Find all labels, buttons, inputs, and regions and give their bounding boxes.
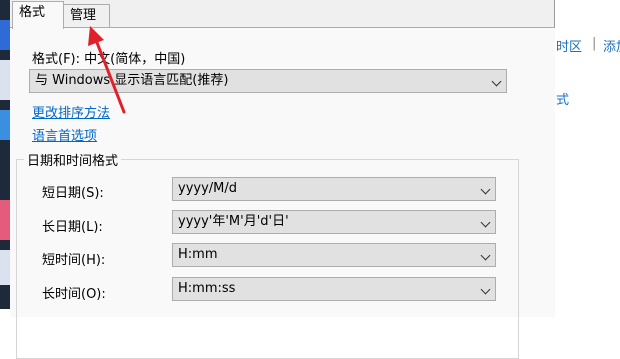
- long-date-select[interactable]: yyyy'年'M'月'd'日': [172, 210, 496, 234]
- short-date-value: yyyy/M/d: [178, 181, 238, 196]
- chevron-down-icon: [480, 250, 491, 261]
- long-time-value: H:mm:ss: [178, 281, 236, 296]
- bg-link-timezone[interactable]: 时区: [556, 36, 582, 55]
- long-time-label: 长时间(O):: [42, 287, 106, 302]
- bg-link-format[interactable]: 式: [556, 89, 569, 108]
- format-select[interactable]: 与 Windows 显示语言匹配(推荐): [29, 69, 507, 93]
- long-date-label: 长日期(L):: [42, 220, 103, 235]
- tab-format[interactable]: 格式: [12, 1, 64, 29]
- region-dialog: 格式 管理 格式(F): 中文(简体，中国) 与 Windows 显示语言匹配(…: [10, 0, 555, 359]
- short-date-select[interactable]: yyyy/M/d: [172, 177, 496, 201]
- short-time-label: 短时间(H):: [42, 253, 106, 268]
- bg-link-add[interactable]: 添加: [603, 36, 620, 55]
- short-time-select[interactable]: H:mm: [172, 243, 496, 267]
- format-tab-panel: 格式(F): 中文(简体，中国) 与 Windows 显示语言匹配(推荐) 更改…: [10, 27, 555, 359]
- bg-separator: |: [592, 36, 597, 51]
- desktop-strip: [0, 0, 10, 309]
- format-label: 格式(F): 中文(简体，中国): [32, 52, 186, 67]
- desktop-icon: [0, 200, 10, 240]
- format-select-value: 与 Windows 显示语言匹配(推荐): [35, 73, 229, 88]
- datetime-group-title: 日期和时间格式: [24, 150, 122, 169]
- long-date-value: yyyy'年'M'月'd'日': [178, 214, 289, 229]
- change-sort-link[interactable]: 更改排序方法: [32, 102, 110, 121]
- desktop-icon: [0, 20, 10, 50]
- tab-manage[interactable]: 管理: [63, 4, 110, 28]
- desktop-icon: [0, 250, 10, 285]
- desktop-icon: [0, 60, 10, 100]
- chevron-down-icon: [480, 284, 491, 295]
- long-time-select[interactable]: H:mm:ss: [172, 277, 496, 301]
- language-preferences-link[interactable]: 语言首选项: [32, 125, 97, 144]
- chevron-down-icon: [491, 76, 502, 87]
- short-date-label: 短日期(S):: [42, 186, 104, 201]
- short-time-value: H:mm: [178, 247, 218, 262]
- desktop-icon: [0, 110, 10, 140]
- chevron-down-icon: [480, 217, 491, 228]
- tab-bar: 格式 管理: [10, 0, 555, 29]
- chevron-down-icon: [480, 184, 491, 195]
